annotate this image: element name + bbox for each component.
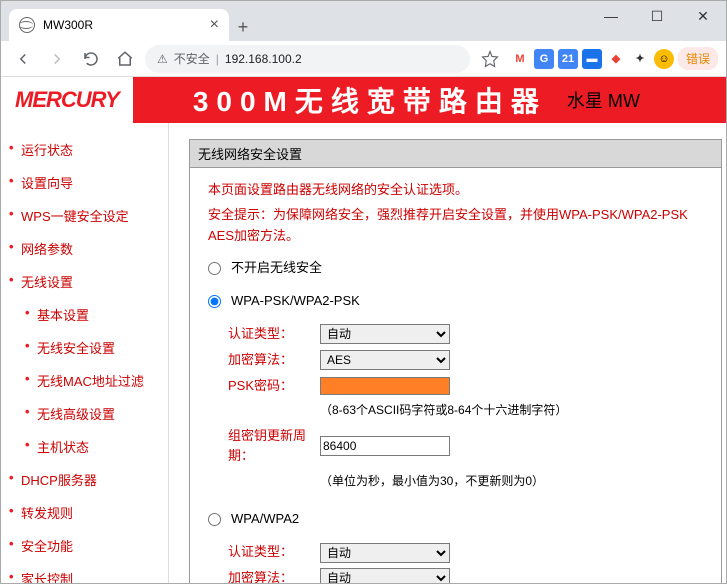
sidebar-link[interactable]: WPS一键安全设定 bbox=[21, 209, 129, 224]
ext-icon-3[interactable]: ✦ bbox=[630, 49, 650, 69]
security-label: 不安全 bbox=[174, 50, 210, 67]
panel-description: 本页面设置路由器无线网络的安全认证选项。 bbox=[208, 180, 703, 201]
sidebar-link[interactable]: 转发规则 bbox=[21, 506, 73, 521]
enc2-select[interactable]: 自动 bbox=[320, 568, 450, 583]
sidebar-item-3[interactable]: 网络参数 bbox=[1, 232, 168, 265]
reload-button[interactable] bbox=[77, 45, 105, 73]
sidebar-item-1[interactable]: 设置向导 bbox=[1, 166, 168, 199]
forward-button[interactable] bbox=[43, 45, 71, 73]
content-area: 无线网络安全设置 本页面设置路由器无线网络的安全认证选项。 安全提示：为保障网络… bbox=[169, 123, 726, 583]
renew-input[interactable] bbox=[320, 436, 450, 456]
browser-titlebar: MW300R × + — ☐ ✕ bbox=[1, 1, 726, 41]
address-bar[interactable]: ⚠ 不安全 | 192.168.100.2 bbox=[145, 45, 470, 73]
bookmark-button[interactable] bbox=[476, 45, 504, 73]
radio-wpapsk[interactable] bbox=[208, 295, 221, 308]
sidebar-item-10[interactable]: DHCP服务器 bbox=[1, 463, 168, 496]
auth-label: 认证类型： bbox=[228, 324, 320, 345]
sidebar: 运行状态设置向导 WPS一键安全设定网络参数无线设置基本设置无线安全设置无线MAC… bbox=[1, 123, 169, 583]
extensions: M G 21 ▬ ◆ ✦ ☺ 错误 bbox=[510, 47, 718, 70]
auth2-label: 认证类型： bbox=[228, 542, 320, 563]
renew-label: 组密钥更新周期： bbox=[228, 426, 320, 468]
back-button[interactable] bbox=[9, 45, 37, 73]
browser-tab[interactable]: MW300R × bbox=[9, 9, 229, 41]
sidebar-item-11[interactable]: 转发规则 bbox=[1, 496, 168, 529]
sidebar-link[interactable]: 主机状态 bbox=[37, 440, 89, 455]
sidebar-link[interactable]: 无线高级设置 bbox=[37, 407, 115, 422]
renew-hint: （单位为秒，最小值为30，不更新则为0） bbox=[320, 472, 703, 491]
mercury-logo: MERCURY bbox=[1, 77, 133, 123]
enc2-label: 加密算法： bbox=[228, 568, 320, 583]
gmail-icon[interactable]: M bbox=[510, 49, 530, 69]
sidebar-item-2[interactable]: WPS一键安全设定 bbox=[1, 199, 168, 232]
error-badge[interactable]: 错误 bbox=[678, 47, 718, 70]
home-button[interactable] bbox=[111, 45, 139, 73]
sidebar-item-5[interactable]: 基本设置 bbox=[1, 298, 168, 331]
sidebar-link[interactable]: 无线设置 bbox=[21, 275, 73, 290]
ext-icon-1[interactable]: ▬ bbox=[582, 49, 602, 69]
sidebar-item-0[interactable]: 运行状态 bbox=[1, 133, 168, 166]
maximize-button[interactable]: ☐ bbox=[634, 1, 680, 31]
close-tab-icon[interactable]: × bbox=[210, 16, 219, 34]
globe-icon bbox=[19, 17, 35, 33]
psk-label: PSK密码： bbox=[228, 376, 320, 397]
sidebar-link[interactable]: 运行状态 bbox=[21, 143, 73, 158]
radio-none[interactable] bbox=[208, 262, 221, 275]
tab-title: MW300R bbox=[43, 18, 93, 32]
radio-wpapsk-label: WPA-PSK/WPA2-PSK bbox=[231, 291, 360, 312]
sidebar-link[interactable]: 安全功能 bbox=[21, 539, 73, 554]
enc-label: 加密算法： bbox=[228, 350, 320, 371]
auth2-select[interactable]: 自动 bbox=[320, 543, 450, 563]
close-window-button[interactable]: ✕ bbox=[680, 1, 726, 31]
sidebar-link[interactable]: 无线安全设置 bbox=[37, 341, 115, 356]
sidebar-item-12[interactable]: 安全功能 bbox=[1, 529, 168, 562]
sidebar-item-8[interactable]: 无线高级设置 bbox=[1, 397, 168, 430]
enc-select[interactable]: AES bbox=[320, 350, 450, 370]
radio-wpa-label: WPA/WPA2 bbox=[231, 509, 299, 530]
auth-select[interactable]: 自动 bbox=[320, 324, 450, 344]
minimize-button[interactable]: — bbox=[588, 1, 634, 31]
psk-hint: （8-63个ASCII码字符或8-64个十六进制字符） bbox=[320, 401, 703, 420]
addr-separator: | bbox=[216, 52, 219, 66]
url-text: 192.168.100.2 bbox=[225, 52, 302, 66]
sidebar-item-4[interactable]: 无线设置 bbox=[1, 265, 168, 298]
sidebar-link[interactable]: 家长控制 bbox=[21, 572, 73, 583]
panel-title: 无线网络安全设置 bbox=[190, 140, 721, 168]
psk-input[interactable] bbox=[320, 377, 450, 395]
new-tab-button[interactable]: + bbox=[229, 13, 257, 41]
sidebar-link[interactable]: 基本设置 bbox=[37, 308, 89, 323]
sidebar-link[interactable]: 无线MAC地址过滤 bbox=[37, 374, 144, 389]
sidebar-link[interactable]: DHCP服务器 bbox=[21, 473, 97, 488]
router-header: MERCURY 300M无线宽带路由器 水星 MW bbox=[1, 77, 726, 123]
browser-toolbar: ⚠ 不安全 | 192.168.100.2 M G 21 ▬ ◆ ✦ ☺ 错误 bbox=[1, 41, 726, 77]
security-hint: 安全提示：为保障网络安全，强烈推荐开启安全设置，并使用WPA-PSK/WPA2-… bbox=[208, 205, 703, 247]
sidebar-item-9[interactable]: 主机状态 bbox=[1, 430, 168, 463]
sidebar-item-13[interactable]: 家长控制 bbox=[1, 562, 168, 583]
sidebar-link[interactable]: 设置向导 bbox=[21, 176, 73, 191]
ext-icon-2[interactable]: ◆ bbox=[606, 49, 626, 69]
ext-icon-4[interactable]: ☺ bbox=[654, 49, 674, 69]
sidebar-link[interactable]: 网络参数 bbox=[21, 242, 73, 257]
header-title: 300M无线宽带路由器 bbox=[193, 80, 547, 120]
radio-wpa[interactable] bbox=[208, 513, 221, 526]
calendar-icon[interactable]: 21 bbox=[558, 49, 578, 69]
sidebar-item-7[interactable]: 无线MAC地址过滤 bbox=[1, 364, 168, 397]
translate-icon[interactable]: G bbox=[534, 49, 554, 69]
sidebar-item-6[interactable]: 无线安全设置 bbox=[1, 331, 168, 364]
radio-none-label: 不开启无线安全 bbox=[231, 258, 322, 279]
settings-panel: 无线网络安全设置 本页面设置路由器无线网络的安全认证选项。 安全提示：为保障网络… bbox=[189, 139, 722, 583]
warning-icon: ⚠ bbox=[157, 52, 168, 66]
header-subtitle: 水星 MW bbox=[567, 87, 640, 113]
